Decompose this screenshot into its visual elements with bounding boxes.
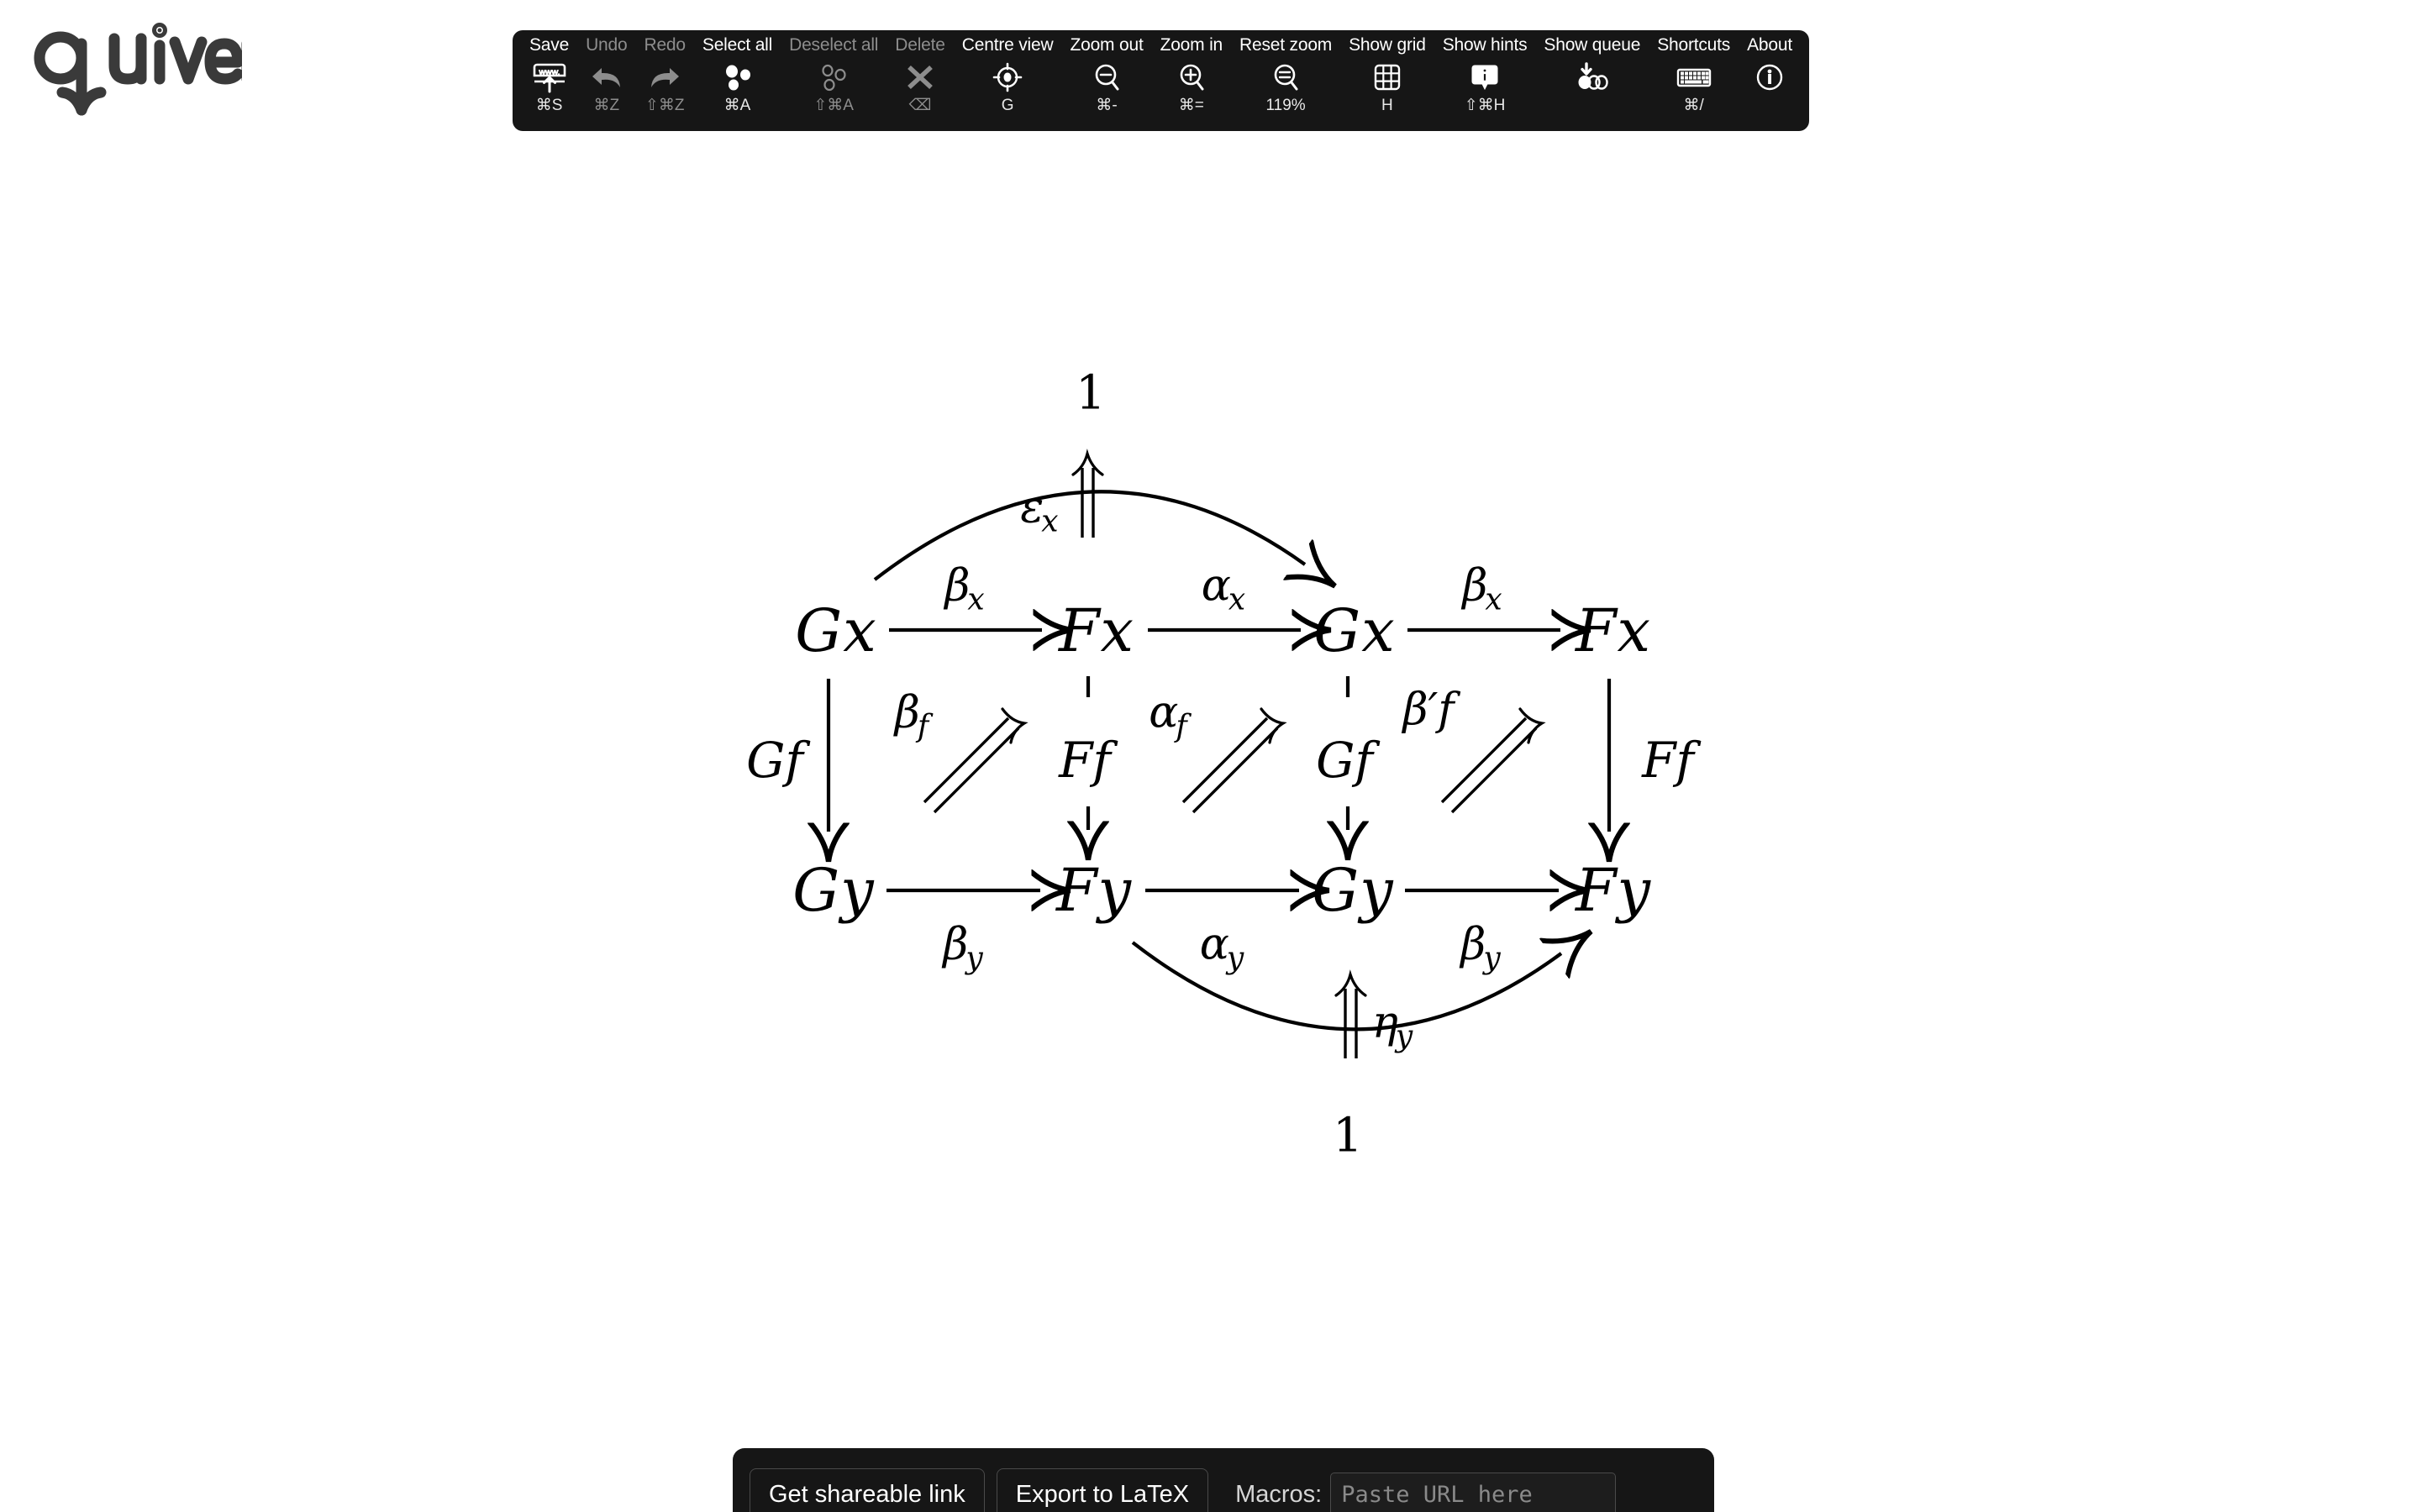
edge-label-beta-y-bot-2[interactable]: βy xyxy=(1460,919,1500,975)
diagram-arrows xyxy=(0,449,2420,1058)
edge-label-beta-prime-f-2cell[interactable]: β′f xyxy=(1402,685,1454,735)
identity-label-bottom[interactable]: 1 xyxy=(1333,1109,1363,1163)
edge-label-eta-y-2cell[interactable]: ηy xyxy=(1372,997,1413,1053)
diagram-node[interactable]: Fx xyxy=(1576,596,1651,665)
edge-label-beta-y-bot-1[interactable]: βy xyxy=(943,919,982,975)
diagram-node[interactable]: Gx xyxy=(1313,596,1395,665)
get-shareable-link-button[interactable]: Get shareable link xyxy=(750,1467,985,1512)
export-to-latex-button[interactable]: Export to LaTeX xyxy=(996,1467,1209,1512)
twocell-eta-y xyxy=(1334,969,1367,1058)
twocell-beta-prime-f xyxy=(1440,707,1546,814)
edge-label-beta-x-top-2[interactable]: βx xyxy=(1462,560,1502,617)
diagram-node[interactable]: Gy xyxy=(1312,856,1393,925)
diagram-node[interactable]: Fx xyxy=(1059,596,1134,665)
diagram-node[interactable]: Fy xyxy=(1056,856,1132,925)
identity-label-top[interactable]: 1 xyxy=(1076,366,1106,421)
app-root: Save www. ⌘S Undo ⌘Z Redo ⇧⌘Z Select all… xyxy=(0,0,2420,1512)
edge-label-alpha-f-2cell[interactable]: αf xyxy=(1149,687,1186,743)
diagram-node[interactable]: Gy xyxy=(792,856,874,925)
diagram-canvas[interactable]: Gx Fx Gx Fx Gy Fy Gy Fy βx αx βx βy αy β… xyxy=(0,0,2420,1512)
edge-label-epsilon-x-2cell[interactable]: εx xyxy=(1020,482,1058,538)
edge-label-beta-f-2cell[interactable]: βf xyxy=(895,687,929,743)
edge-label-gf-mid-2[interactable]: Gf xyxy=(1316,732,1373,789)
twocell-beta-f xyxy=(923,707,1028,814)
edge-label-gf-left[interactable]: Gf xyxy=(746,732,803,789)
edge-label-ff-mid-1[interactable]: Ff xyxy=(1059,732,1111,789)
edge-label-alpha-x-top[interactable]: αx xyxy=(1202,560,1245,617)
twocell-epsilon-x xyxy=(1071,449,1104,538)
diagram-node[interactable]: Gx xyxy=(795,596,876,665)
twocell-alpha-f xyxy=(1181,707,1287,814)
diagram-node[interactable]: Fy xyxy=(1576,856,1651,925)
bottom-action-bar: Get shareable link Export to LaTeX Macro… xyxy=(733,1448,1714,1512)
edge-label-alpha-y-bot[interactable]: αy xyxy=(1200,919,1244,975)
macros-url-input[interactable] xyxy=(1330,1472,1617,1512)
edge-label-beta-x-top-1[interactable]: βx xyxy=(944,560,984,617)
edge-label-ff-right[interactable]: Ff xyxy=(1642,732,1694,789)
macros-label: Macros: xyxy=(1235,1480,1323,1508)
